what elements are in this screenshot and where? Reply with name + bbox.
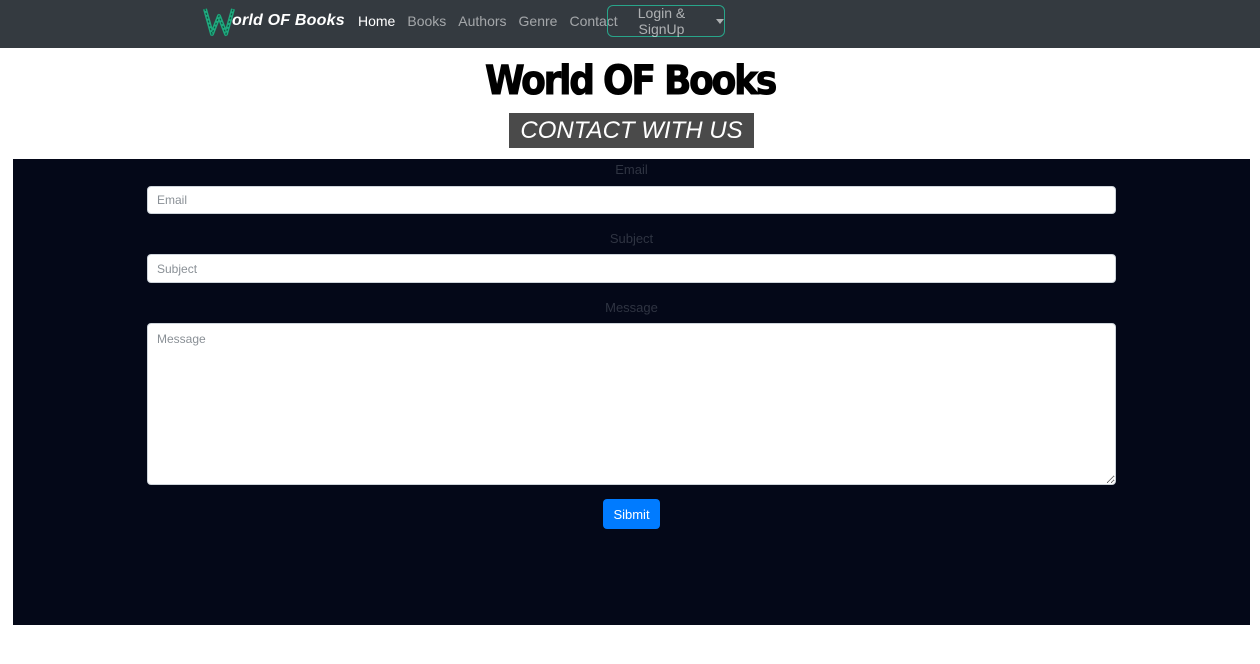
page-title: World OF Books: [484, 58, 778, 105]
w-letter-logo-icon: [203, 8, 235, 36]
brand-text: orld OF Books: [232, 12, 345, 29]
contact-form: Email Subject Message Sibmit: [13, 159, 1250, 625]
nav-links: Home Books Authors Genre Contact: [358, 0, 630, 42]
contact-banner: CONTACT WITH US: [509, 113, 754, 148]
navbar: orld OF Books Home Books Authors Genre C…: [0, 0, 1260, 48]
subject-input[interactable]: [147, 254, 1116, 283]
nav-link-authors[interactable]: Authors: [458, 13, 506, 29]
submit-button[interactable]: Sibmit: [603, 499, 660, 529]
caret-down-icon: [716, 18, 724, 24]
nav-link-home[interactable]: Home: [358, 13, 395, 29]
email-label: Email: [615, 162, 648, 177]
message-textarea[interactable]: [147, 323, 1116, 485]
nav-link-genre[interactable]: Genre: [519, 13, 558, 29]
login-signup-dropdown[interactable]: Login & SignUp: [607, 5, 725, 37]
login-signup-label: Login & SignUp: [637, 5, 686, 37]
nav-link-books[interactable]: Books: [407, 13, 446, 29]
message-label: Message: [605, 300, 658, 315]
email-input[interactable]: [147, 186, 1116, 214]
brand-link[interactable]: orld OF Books: [203, 4, 345, 38]
subject-label: Subject: [609, 231, 654, 246]
